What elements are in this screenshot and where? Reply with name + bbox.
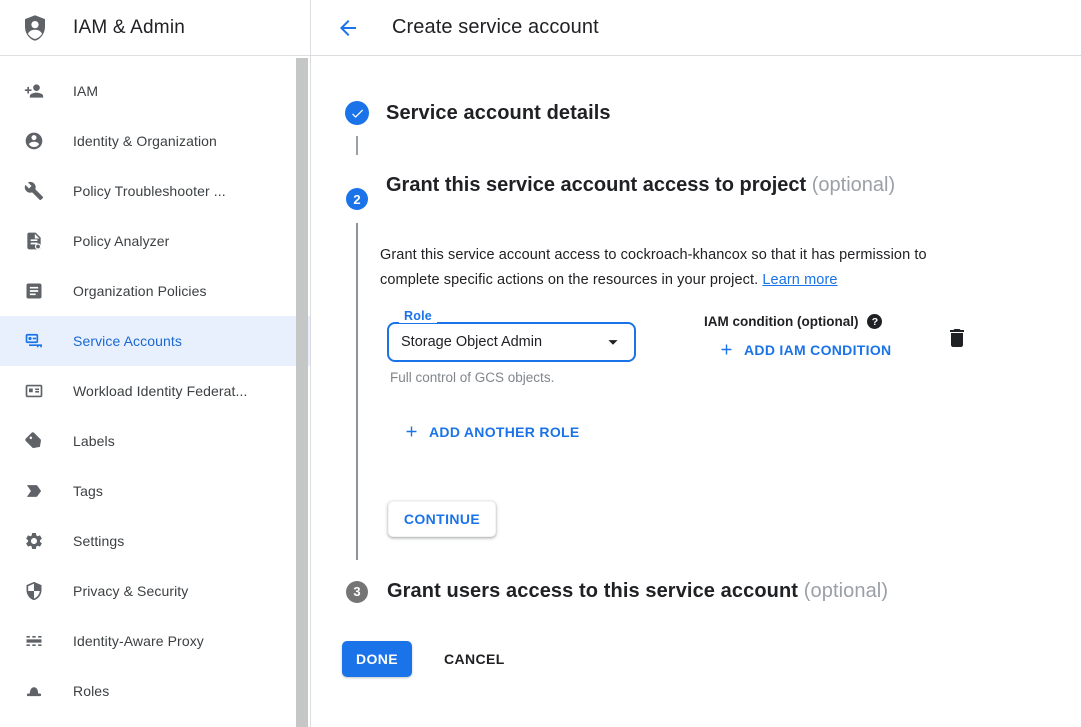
delete-role-icon[interactable]	[945, 326, 969, 350]
plus-icon	[403, 423, 420, 440]
sidebar-item-identity-aware-proxy[interactable]: Identity-Aware Proxy	[0, 616, 310, 666]
step2-description: Grant this service account access to coc…	[380, 243, 980, 293]
proxy-icon	[24, 631, 44, 651]
step3-number-badge: 3	[346, 581, 368, 603]
page-header: Create service account	[311, 0, 1081, 56]
sidebar-item-label: Policy Analyzer	[73, 233, 169, 249]
sidebar-scrollbar[interactable]	[296, 58, 308, 727]
add-iam-condition-label: ADD IAM CONDITION	[744, 342, 891, 358]
document-search-icon	[24, 231, 44, 251]
sidebar-item-label: Roles	[73, 683, 109, 699]
step3-optional-label: (optional)	[804, 580, 888, 602]
sidebar-item-organization-policies[interactable]: Organization Policies	[0, 266, 310, 316]
step2-number-badge: 2	[346, 188, 368, 210]
step-connector	[356, 223, 358, 560]
sidebar-item-label: IAM	[73, 83, 98, 99]
sidebar-item-labels[interactable]: Labels	[0, 416, 310, 466]
plus-icon	[718, 341, 735, 358]
sidebar-item-label: Service Accounts	[73, 333, 182, 349]
sidebar-item-iam[interactable]: IAM	[0, 66, 310, 116]
sidebar-item-settings[interactable]: Settings	[0, 516, 310, 566]
service-account-icon	[24, 331, 44, 351]
page-title: Create service account	[392, 16, 599, 39]
step3-title: Grant users access to this service accou…	[387, 580, 888, 603]
step3-header: 3 Grant users access to this service acc…	[346, 580, 888, 603]
sidebar-item-workload-identity-federation[interactable]: Workload Identity Federat...	[0, 366, 310, 416]
step2-optional-label: (optional)	[812, 174, 895, 196]
article-icon	[24, 281, 44, 301]
account-circle-icon	[24, 131, 44, 151]
app-title: IAM & Admin	[73, 17, 185, 39]
continue-button[interactable]: CONTINUE	[388, 501, 496, 537]
sidebar-item-label: Organization Policies	[73, 283, 207, 299]
iam-admin-shield-icon	[20, 13, 50, 43]
step-connector	[356, 136, 358, 155]
sidebar-item-identity-organization[interactable]: Identity & Organization	[0, 116, 310, 166]
label-icon	[24, 431, 44, 451]
iam-condition-header: IAM condition (optional) ?	[704, 314, 882, 329]
learn-more-link[interactable]: Learn more	[762, 272, 837, 288]
step3-title-text: Grant users access to this service accou…	[387, 580, 798, 602]
shield-icon	[24, 581, 44, 601]
form-actions: DONE CANCEL	[342, 641, 505, 677]
role-select[interactable]: Storage Object Admin	[387, 322, 636, 362]
add-another-role-button[interactable]: ADD ANOTHER ROLE	[403, 423, 580, 440]
sidebar-item-policy-troubleshooter[interactable]: Policy Troubleshooter ...	[0, 166, 310, 216]
sidebar-item-label: Labels	[73, 433, 115, 449]
main-panel: Create service account Service account d…	[311, 0, 1081, 727]
step2-description-text: Grant this service account access to coc…	[380, 247, 927, 288]
sidebar-item-label: Identity & Organization	[73, 133, 217, 149]
person-add-icon	[24, 81, 44, 101]
sidebar-item-label: Workload Identity Federat...	[73, 383, 248, 399]
sidebar: IAM & Admin IAM Identity & Organization …	[0, 0, 311, 727]
step1-check-icon	[345, 101, 369, 125]
id-card-icon	[24, 381, 44, 401]
tag-arrow-icon	[24, 481, 44, 501]
sidebar-item-label: Privacy & Security	[73, 583, 188, 599]
sidebar-item-policy-analyzer[interactable]: Policy Analyzer	[0, 216, 310, 266]
sidebar-item-label: Tags	[73, 483, 103, 499]
step2-title-text: Grant this service account access to pro…	[386, 174, 806, 196]
step1-header: Service account details	[345, 101, 611, 125]
sidebar-item-service-accounts[interactable]: Service Accounts	[0, 316, 310, 366]
sidebar-item-roles[interactable]: Roles	[0, 666, 310, 716]
sidebar-header: IAM & Admin	[0, 0, 310, 56]
help-icon[interactable]: ?	[867, 314, 882, 329]
sidebar-nav: IAM Identity & Organization Policy Troub…	[0, 56, 310, 716]
role-field-label: Role	[399, 309, 437, 323]
role-select-value: Storage Object Admin	[401, 334, 602, 350]
iam-condition-label: IAM condition (optional)	[704, 314, 858, 329]
sidebar-item-privacy-security[interactable]: Privacy & Security	[0, 566, 310, 616]
step2-title: Grant this service account access to pro…	[386, 168, 956, 202]
back-arrow-icon[interactable]	[336, 16, 360, 40]
sidebar-item-label: Settings	[73, 533, 124, 549]
add-another-role-label: ADD ANOTHER ROLE	[429, 424, 580, 440]
cancel-button[interactable]: CANCEL	[444, 651, 505, 667]
gear-icon	[24, 531, 44, 551]
sidebar-item-label: Policy Troubleshooter ...	[73, 183, 226, 199]
iam-admin-app: IAM & Admin IAM Identity & Organization …	[0, 0, 1081, 727]
hat-icon	[24, 681, 44, 701]
add-iam-condition-button[interactable]: ADD IAM CONDITION	[718, 341, 891, 358]
wizard-content: Service account details 2 Grant this ser…	[311, 56, 1081, 727]
chevron-down-icon	[602, 331, 624, 353]
sidebar-item-label: Identity-Aware Proxy	[73, 633, 204, 649]
role-helper-text: Full control of GCS objects.	[390, 370, 554, 385]
step1-title: Service account details	[386, 102, 611, 125]
wrench-icon	[24, 181, 44, 201]
sidebar-item-tags[interactable]: Tags	[0, 466, 310, 516]
done-button[interactable]: DONE	[342, 641, 412, 677]
